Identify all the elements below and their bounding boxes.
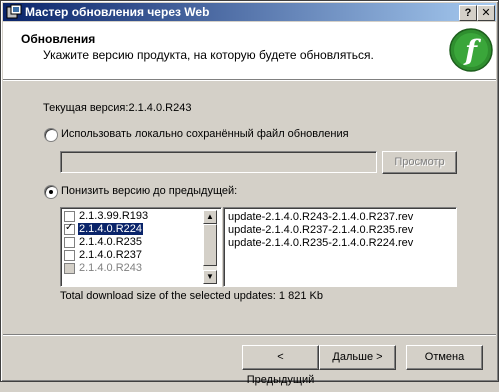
version-list-scrollbar[interactable]: ▲ ▼ — [203, 210, 217, 284]
footer-divider — [3, 334, 496, 336]
version-item-label: 2.1.4.0.R235 — [79, 236, 142, 248]
version-item-label: 2.1.4.0.R243 — [79, 262, 142, 274]
update-files-list[interactable]: update-2.1.4.0.R243-2.1.4.0.R237.rev upd… — [223, 207, 457, 287]
back-button[interactable]: < Предыдущий — [242, 345, 319, 386]
browse-button[interactable]: Просмотр — [382, 151, 457, 174]
scroll-thumb[interactable] — [203, 224, 217, 266]
local-file-label[interactable]: Использовать локально сохранённый файл о… — [61, 128, 349, 140]
header-divider — [3, 79, 496, 81]
close-button[interactable]: ✕ — [477, 5, 495, 21]
wizard-window: Мастер обновления через Web ? ✕ Обновлен… — [0, 0, 499, 386]
version-checkbox — [64, 263, 75, 274]
update-file-item: update-2.1.4.0.R235-2.1.4.0.R224.rev — [228, 237, 414, 249]
title-bar[interactable]: Мастер обновления через Web ? ✕ — [3, 3, 496, 21]
update-file-item: update-2.1.4.0.R237-2.1.4.0.R235.rev — [228, 224, 414, 236]
wizard-header: Обновления Укажите версию продукта, на к… — [3, 22, 496, 79]
version-list[interactable]: 2.1.3.99.R193 2.1.4.0.R224 2.1.4.0.R235 … — [60, 207, 222, 287]
header-title: Обновления — [21, 32, 96, 46]
window-title: Мастер обновления через Web — [25, 5, 210, 19]
help-button[interactable]: ? — [459, 5, 477, 21]
header-subtitle: Укажите версию продукта, на которую буде… — [43, 48, 374, 62]
version-item-label: 2.1.4.0.R237 — [79, 249, 142, 261]
scroll-up-icon[interactable]: ▲ — [203, 210, 217, 224]
version-checkbox[interactable] — [64, 222, 75, 235]
local-file-radio[interactable] — [44, 128, 58, 142]
current-version-label: Текущая версия:2.1.4.0.R243 — [43, 102, 192, 114]
version-checkbox[interactable] — [64, 250, 75, 261]
version-checkbox[interactable] — [64, 237, 75, 248]
downgrade-radio[interactable] — [44, 185, 58, 199]
next-button[interactable]: Дальше > — [319, 345, 396, 370]
logo-icon: f — [449, 28, 493, 72]
version-item-label: 2.1.4.0.R224 — [77, 222, 144, 236]
cancel-button[interactable]: Отмена — [406, 345, 483, 370]
scroll-down-icon[interactable]: ▼ — [203, 270, 217, 284]
download-size-label: Total download size of the selected upda… — [60, 290, 323, 302]
downgrade-label[interactable]: Понизить версию до предыдущей: — [61, 185, 237, 197]
version-item-label: 2.1.3.99.R193 — [79, 210, 149, 222]
local-file-path-input[interactable] — [60, 151, 377, 173]
version-checkbox[interactable] — [64, 211, 75, 222]
app-icon — [6, 4, 22, 19]
update-file-item: update-2.1.4.0.R243-2.1.4.0.R237.rev — [228, 211, 414, 223]
